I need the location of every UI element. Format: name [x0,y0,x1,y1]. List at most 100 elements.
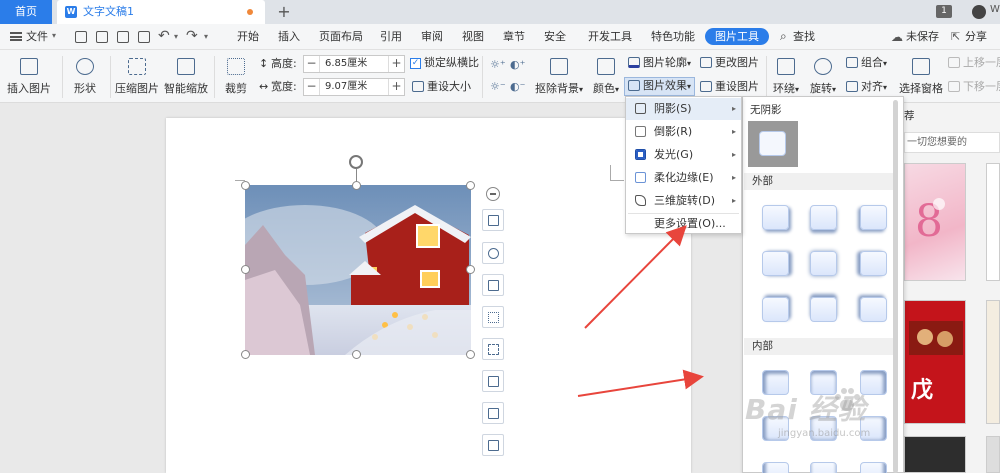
template-thumbnail[interactable] [904,436,966,473]
outer-shadow-option[interactable] [762,297,789,322]
template-thumbnail[interactable] [986,300,1000,424]
menu-insert[interactable]: 插入 [278,24,300,50]
rotate-handle[interactable] [349,155,363,169]
height-decrease-button[interactable]: − [304,56,320,72]
width-decrease-button[interactable]: − [304,79,320,95]
menu-item-more-settings[interactable]: 更多设置(O)... [626,213,741,235]
menu-item-glow[interactable]: 发光(G) ▸ [626,144,741,166]
resize-handle-ne[interactable] [466,181,475,190]
width-value[interactable]: 9.07厘米 [325,79,367,95]
home-tab[interactable]: 首页 [0,0,52,24]
shape-button[interactable]: 形状 [66,58,104,96]
brightness-down-icon[interactable]: ☼⁻ [490,80,506,93]
outer-shadow-option[interactable] [810,297,837,322]
undo-dropdown-icon[interactable]: ▾ [174,32,178,41]
avatar[interactable] [972,5,986,19]
outer-shadow-option[interactable] [762,205,789,230]
select-pane-button[interactable]: 选择窗格 [898,58,944,96]
outer-shadow-option[interactable] [860,205,887,230]
export-pdf-icon[interactable] [96,31,108,43]
template-thumbnail[interactable] [986,163,1000,281]
remove-background-button[interactable]: 抠除背景▾ [532,58,586,96]
insert-picture-button[interactable]: 插入图片 [4,58,54,96]
extract-text-button[interactable] [482,370,504,392]
undo-icon[interactable]: ↶ [158,28,170,44]
share-icon[interactable]: ⇱ [951,30,960,43]
document-tab[interactable]: W 文字文稿1 [57,0,265,24]
menu-item-shadow[interactable]: 阴影(S) ▸ [626,98,741,120]
hamburger-icon[interactable] [10,32,22,41]
no-shadow-option[interactable] [748,121,798,167]
menu-view[interactable]: 视图 [462,24,484,50]
inner-shadow-option[interactable] [810,462,837,473]
resize-handle-n[interactable] [352,181,361,190]
change-picture-button[interactable]: 更改图片 [700,56,759,70]
menu-security[interactable]: 安全 [544,24,566,50]
resize-handle-s[interactable] [352,350,361,359]
template-thumbnail[interactable]: 8 [904,163,966,281]
resize-handle-w[interactable] [241,265,250,274]
height-increase-button[interactable]: + [388,56,404,72]
inner-shadow-option[interactable] [762,462,789,473]
print-icon[interactable] [117,31,129,43]
resize-handle-nw[interactable] [241,181,250,190]
lock-ratio-checkbox[interactable]: ✓ [410,58,421,69]
cloud-icon[interactable]: ☁ [891,30,903,44]
quick-access-dropdown-icon[interactable]: ▾ [204,32,208,41]
menu-home[interactable]: 开始 [237,24,259,50]
new-tab-button[interactable]: + [274,1,294,23]
menu-item-reflection[interactable]: 倒影(R) ▸ [626,121,741,143]
template-thumbnail[interactable] [986,436,1000,473]
height-stepper[interactable]: − 6.85厘米 + [303,55,405,73]
crop-button[interactable]: 裁剪 [218,58,254,96]
color-button[interactable]: 颜色▾ [590,58,622,96]
bring-forward-button[interactable]: 上移一层 [948,56,1000,70]
rotate-button[interactable]: 旋转▾ [807,58,839,96]
menu-developer[interactable]: 开发工具 [588,24,632,50]
search-button[interactable]: 查找 [793,24,815,50]
layout-options-button[interactable] [482,209,504,231]
resize-handle-sw[interactable] [241,350,250,359]
menu-review[interactable]: 审阅 [421,24,443,50]
reset-picture-button[interactable]: 重设图片 [700,80,759,94]
print-preview-icon[interactable] [138,31,150,43]
menu-file[interactable]: 文件 [26,24,48,50]
search-icon[interactable]: ⌕ [780,29,787,44]
template-search-input[interactable]: 一切您想要的 [904,132,1000,153]
picture-effects-button[interactable]: 图片效果▾ [624,77,696,96]
menu-chapter[interactable]: 章节 [503,24,525,50]
width-stepper[interactable]: − 9.07厘米 + [303,78,405,96]
collapse-toolbar-button[interactable] [486,187,500,201]
redo-icon[interactable]: ↷ [186,28,198,44]
zoom-picture-button[interactable] [482,242,504,264]
menu-references[interactable]: 引用 [380,24,402,50]
selected-picture[interactable] [245,185,471,355]
menu-page-layout[interactable]: 页面布局 [319,24,363,50]
picture-translate-button[interactable] [482,402,504,424]
width-increase-button[interactable]: + [388,79,404,95]
resize-handle-e[interactable] [466,265,475,274]
menu-item-soft-edges[interactable]: 柔化边缘(E) ▸ [626,167,741,189]
save-icon[interactable] [75,31,87,43]
wrap-button[interactable]: 环绕▾ [770,58,802,96]
menu-special-features[interactable]: 特色功能 [651,24,695,50]
smart-scale-button[interactable]: 智能缩放 [163,58,209,96]
menu-picture-tools[interactable]: 图片工具 [705,28,769,45]
height-value[interactable]: 6.85厘米 [325,56,367,72]
contrast-down-icon[interactable]: ◐⁻ [510,80,525,93]
picture-to-pdf-button[interactable] [482,434,504,456]
brightness-up-icon[interactable]: ☼⁺ [490,58,506,71]
lock-ratio-label[interactable]: 锁定纵横比 [424,56,479,70]
outer-shadow-option[interactable] [810,251,837,276]
group-button[interactable]: 组合▾ [846,56,887,71]
outer-shadow-option[interactable] [860,297,887,322]
crop-picture-button[interactable] [482,306,504,328]
resize-handle-se[interactable] [466,350,475,359]
edit-picture-button[interactable] [482,274,504,296]
template-thumbnail[interactable]: 戊 [904,300,966,424]
window-count-badge[interactable]: 1 [936,5,952,18]
username[interactable]: W [990,4,1000,15]
shadow-panel-scrollbar[interactable] [893,100,898,473]
compress-picture-button[interactable]: 压缩图片 [114,58,160,96]
chevron-down-icon[interactable]: ▾ [52,31,56,40]
